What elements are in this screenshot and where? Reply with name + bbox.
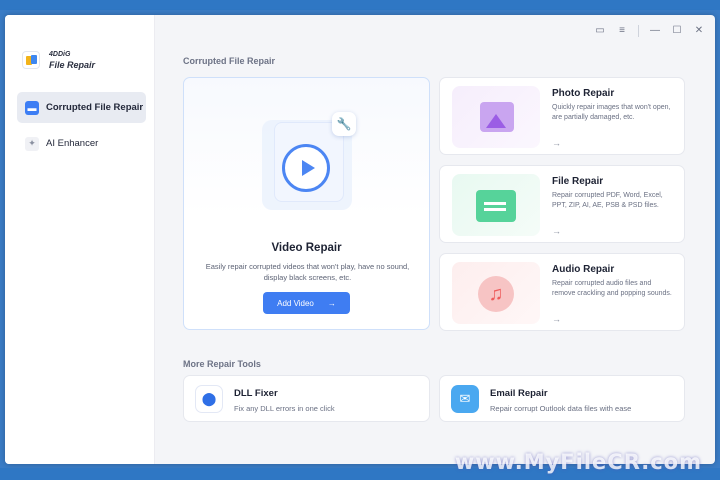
photo-thumbnail	[452, 86, 540, 148]
wrench-icon: 🔧	[332, 112, 356, 136]
photo-repair-card[interactable]: Photo Repair Quickly repair images that …	[439, 77, 685, 155]
email-repair-title: Email Repair	[490, 388, 548, 399]
dll-fixer-description: Fix any DLL errors in one click	[234, 404, 335, 413]
audio-repair-card[interactable]: ♫ Audio Repair Repair corrupted audio fi…	[439, 253, 685, 331]
logo-product: File Repair	[49, 60, 96, 70]
add-video-label: Add Video	[277, 298, 314, 308]
email-repair-icon: ✉	[451, 385, 479, 413]
photo-repair-description: Quickly repair images that won't open, a…	[552, 104, 671, 121]
app-logo: 4DDiG File Repair	[22, 50, 95, 70]
arrow-right-icon[interactable]: →	[552, 314, 561, 324]
sidebar: 4DDiG File Repair ▬ Corrupted File Repai…	[5, 15, 155, 464]
folder-icon: ▬	[25, 100, 39, 115]
dll-fixer-title: DLL Fixer	[234, 388, 278, 399]
menu-icon[interactable]: ≡	[616, 25, 628, 37]
audio-repair-description: Repair corrupted audio files and remove …	[552, 280, 672, 297]
sidebar-item-corrupted-file-repair[interactable]: ▬ Corrupted File Repair	[17, 92, 146, 123]
minimize-icon[interactable]: —	[649, 25, 661, 37]
video-repair-title: Video Repair	[271, 242, 342, 254]
video-repair-description: Easily repair corrupted videos that won'…	[205, 262, 410, 282]
sparkle-wand-icon: ✦	[25, 136, 39, 151]
dll-fixer-icon: ⬤	[195, 385, 223, 413]
logo-icon	[22, 51, 40, 69]
file-repair-description: Repair corrupted PDF, Word, Excel, PPT, …	[552, 192, 663, 209]
logo-brand: 4DDiG	[49, 51, 71, 58]
video-illustration: 🔧	[244, 106, 369, 216]
music-note-icon: ♫	[478, 276, 514, 312]
maximize-icon[interactable]: ☐	[671, 25, 683, 37]
play-icon	[282, 144, 330, 192]
top-frame-bar	[0, 0, 720, 10]
sidebar-item-label: AI Enhancer	[46, 138, 99, 149]
titlebar-divider	[638, 25, 639, 37]
section-title-corrupted: Corrupted File Repair	[183, 56, 276, 66]
arrow-right-icon[interactable]: →	[552, 138, 561, 148]
video-repair-card[interactable]: 🔧 Video Repair Easily repair corrupted v…	[183, 77, 430, 330]
dll-fixer-card[interactable]: ⬤ DLL Fixer Fix any DLL errors in one cl…	[183, 375, 430, 422]
section-title-more-tools: More Repair Tools	[183, 359, 261, 369]
email-repair-card[interactable]: ✉ Email Repair Repair corrupt Outlook da…	[439, 375, 685, 422]
feedback-icon[interactable]: ▭	[594, 25, 606, 37]
app-window: 4DDiG File Repair ▬ Corrupted File Repai…	[5, 15, 715, 464]
email-repair-description: Repair corrupt Outlook data files with e…	[490, 404, 632, 413]
arrow-right-icon[interactable]: →	[552, 226, 561, 236]
close-icon[interactable]: ✕	[693, 25, 705, 37]
photo-repair-title: Photo Repair	[552, 88, 615, 99]
file-repair-card[interactable]: File Repair Repair corrupted PDF, Word, …	[439, 165, 685, 243]
file-repair-title: File Repair	[552, 176, 604, 187]
sidebar-item-ai-enhancer[interactable]: ✦ AI Enhancer	[17, 128, 146, 159]
audio-thumbnail: ♫	[452, 262, 540, 324]
file-thumbnail	[452, 174, 540, 236]
titlebar-controls: ▭ ≡ — ☐ ✕	[594, 25, 705, 37]
document-icon	[476, 190, 516, 222]
sidebar-item-label: Corrupted File Repair	[46, 102, 144, 113]
watermark: www.MyFileCR.com	[454, 450, 702, 474]
image-icon	[480, 102, 514, 132]
arrow-right-icon: →	[327, 298, 336, 308]
add-video-button[interactable]: Add Video →	[263, 292, 350, 314]
audio-repair-title: Audio Repair	[552, 264, 615, 275]
